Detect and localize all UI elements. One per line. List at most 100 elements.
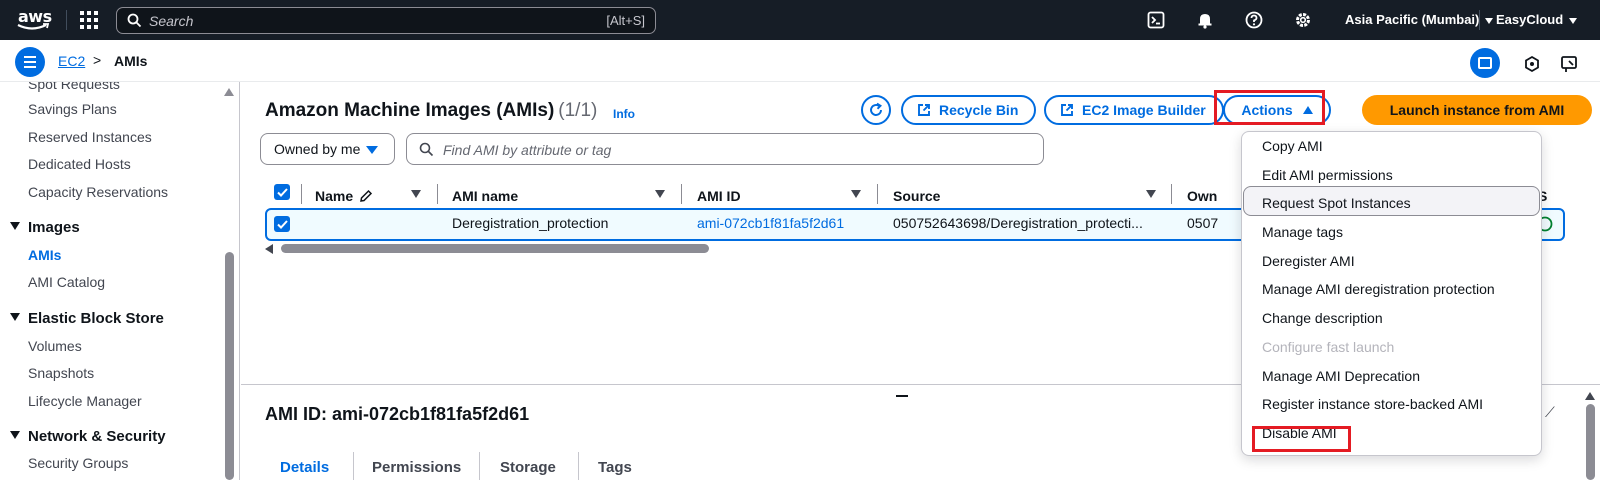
caret-down-icon [10, 222, 20, 231]
menu-item-manage-ami-deprecation[interactable]: Manage AMI Deprecation [1262, 368, 1420, 384]
menu-item-copy-ami[interactable]: Copy AMI [1262, 138, 1323, 154]
menu-item-manage-tags[interactable]: Manage tags [1262, 224, 1343, 240]
details-vertical-scrollbar[interactable] [1586, 404, 1595, 480]
sidebar-scrollbar[interactable] [225, 252, 234, 480]
region-label: Asia Pacific (Mumbai) [1345, 12, 1480, 27]
help-icon[interactable] [1244, 10, 1264, 30]
menu-item-edit-ami-permissions[interactable]: Edit AMI permissions [1262, 167, 1393, 183]
row-checkbox[interactable] [274, 216, 290, 232]
tab-permissions[interactable]: Permissions [372, 459, 461, 476]
nav-divider [1479, 10, 1480, 30]
sidebar-item-spot-requests[interactable]: Spot Requests [28, 82, 120, 92]
owner-filter-select[interactable]: Owned by me [260, 133, 395, 165]
search-input[interactable] [149, 11, 569, 30]
menu-item-configure-fast-launch: Configure fast launch [1262, 339, 1395, 355]
recycle-bin-button[interactable]: Recycle Bin [901, 95, 1037, 125]
table-horizontal-scrollbar[interactable] [281, 244, 709, 253]
feedback-icon[interactable] [1560, 55, 1578, 73]
selection-count: (1/1) [558, 100, 598, 121]
page-title-text: Amazon Machine Images (AMIs) [265, 100, 555, 121]
aws-logo[interactable]: aws [14, 6, 54, 34]
tab-divider [353, 452, 354, 480]
notifications-center-icon[interactable] [1523, 55, 1541, 73]
sidebar-item-snapshots[interactable]: Snapshots [28, 365, 94, 381]
scroll-up-arrow-icon[interactable] [1585, 392, 1595, 400]
tab-tags[interactable]: Tags [598, 459, 632, 476]
global-search[interactable]: [Alt+S] [116, 7, 656, 34]
menu-item-request-spot-instances[interactable]: Request Spot Instances [1262, 195, 1411, 211]
column-divider [1171, 184, 1172, 204]
side-navigation-toggle[interactable] [15, 47, 45, 77]
sidebar-section-elastic-block-store[interactable]: Elastic Block Store [10, 310, 164, 327]
sidebar-section-label: Images [28, 219, 80, 236]
column-header-ami-id[interactable]: AMI ID [697, 184, 741, 208]
sidebar: Spot Requests Savings Plans Reserved Ins… [0, 82, 240, 480]
sidebar-item-savings-plans[interactable]: Savings Plans [28, 101, 117, 117]
region-selector[interactable]: Asia Pacific (Mumbai) [1345, 12, 1494, 27]
sidebar-section-network-security[interactable]: Network & Security [10, 428, 166, 445]
ami-filter-search[interactable] [406, 133, 1044, 165]
column-divider [301, 184, 302, 204]
sort-caret-icon[interactable] [851, 190, 861, 198]
account-menu[interactable]: EasyCloud [1496, 12, 1578, 27]
sort-caret-icon[interactable] [655, 190, 665, 198]
cloudshell-icon[interactable] [1146, 10, 1166, 30]
sidebar-item-dedicated-hosts[interactable]: Dedicated Hosts [28, 156, 131, 172]
menu-item-change-description[interactable]: Change description [1262, 310, 1383, 326]
check-icon [276, 219, 288, 229]
settings-gear-icon[interactable] [1293, 10, 1313, 30]
resize-corner-icon[interactable]: ⟋ [1545, 404, 1555, 421]
column-header-name[interactable]: Name [315, 184, 373, 208]
check-icon [276, 187, 288, 197]
column-header-owner[interactable]: Own [1187, 184, 1217, 208]
notifications-bell-icon[interactable] [1195, 10, 1215, 30]
search-icon [419, 142, 434, 157]
sidebar-item-security-groups[interactable]: Security Groups [28, 455, 128, 471]
column-header-ami-name[interactable]: AMI name [452, 184, 518, 208]
select-all-checkbox[interactable] [274, 184, 290, 200]
services-grid-icon[interactable] [80, 11, 98, 29]
ec2-image-builder-button[interactable]: EC2 Image Builder [1044, 95, 1224, 125]
sidebar-item-capacity-reservations[interactable]: Capacity Reservations [28, 184, 168, 200]
pencil-icon [360, 189, 373, 202]
sidebar-item-amis[interactable]: AMIs [28, 247, 61, 263]
ami-filter-input[interactable] [443, 140, 1003, 159]
launch-instance-button[interactable]: Launch instance from AMI [1362, 95, 1592, 125]
column-divider [437, 184, 438, 204]
sidebar-item-volumes[interactable]: Volumes [28, 338, 82, 354]
account-label: EasyCloud [1496, 12, 1564, 27]
cell-ami-id-link[interactable]: ami-072cb1f81fa5f2d61 [697, 215, 844, 231]
sidebar-section-label: Network & Security [28, 428, 166, 445]
split-panel-toggle[interactable] [1470, 48, 1500, 78]
menu-item-register-instance-store-ami[interactable]: Register instance store-backed AMI [1262, 396, 1483, 412]
column-header-source[interactable]: Source [893, 184, 940, 208]
chevron-down-icon [1485, 17, 1494, 24]
chevron-right-icon: > [93, 52, 102, 68]
top-navigation: aws [Alt+S] Asia Pacific (Mumbai) EasyCl… [0, 0, 1600, 40]
refresh-icon [870, 102, 882, 116]
sidebar-section-images[interactable]: Images [10, 219, 80, 236]
tab-storage[interactable]: Storage [500, 459, 556, 476]
scroll-left-arrow-icon[interactable] [265, 244, 273, 254]
cell-ami-name: Deregistration_protection [452, 215, 609, 231]
split-panel-resize-handle[interactable] [896, 395, 908, 397]
sidebar-item-ami-catalog[interactable]: AMI Catalog [28, 274, 105, 290]
actions-dropdown-menu: Copy AMI Edit AMI permissions Request Sp… [1241, 131, 1542, 456]
ec2-image-builder-label: EC2 Image Builder [1082, 102, 1206, 118]
menu-item-manage-deregistration-protection[interactable]: Manage AMI deregistration protection [1262, 281, 1495, 297]
refresh-button[interactable] [861, 95, 891, 125]
column-divider [681, 184, 682, 204]
tab-details[interactable]: Details [280, 459, 329, 476]
tab-divider [578, 452, 579, 480]
sidebar-item-lifecycle-manager[interactable]: Lifecycle Manager [28, 393, 142, 409]
sort-caret-icon[interactable] [411, 190, 421, 198]
breadcrumb-ec2[interactable]: EC2 [58, 53, 85, 69]
sidebar-item-reserved-instances[interactable]: Reserved Instances [28, 129, 152, 145]
info-link[interactable]: Info [613, 107, 635, 121]
sort-caret-icon[interactable] [1146, 190, 1156, 198]
details-title: AMI ID: ami-072cb1f81fa5f2d61 [265, 404, 530, 424]
search-icon [127, 13, 142, 28]
menu-item-deregister-ami[interactable]: Deregister AMI [1262, 253, 1355, 269]
scroll-up-arrow-icon[interactable] [224, 88, 234, 96]
caret-down-icon [10, 431, 20, 440]
